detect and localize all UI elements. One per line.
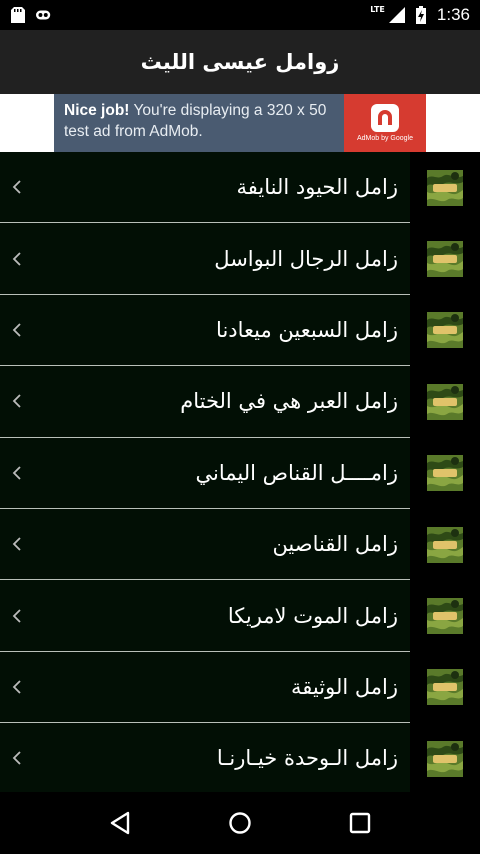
list-item-body[interactable]: زامل الـوحدة خيـارنـا	[0, 723, 410, 795]
list-item-thumbnail	[410, 152, 480, 224]
list-item-body[interactable]: زامــــل القناص اليماني	[0, 437, 410, 509]
list-item-body[interactable]: زامل الوثيقة	[0, 651, 410, 724]
app-bar: زوامل عيسى الليث	[0, 30, 480, 94]
battery-charging-icon	[413, 6, 429, 24]
list-item-body[interactable]: زامل القناصين	[0, 509, 410, 581]
list-item-label: زامل السبعين ميعادنا	[216, 317, 398, 342]
ringtone-icon	[36, 7, 52, 23]
list-item-label: زامل الوثيقة	[291, 674, 398, 699]
chevron-left-icon	[12, 394, 21, 409]
camouflage-thumbnail	[427, 312, 463, 349]
camouflage-thumbnail	[427, 740, 463, 777]
chevron-left-icon	[12, 251, 21, 266]
chevron-left-icon	[12, 751, 21, 766]
list-item[interactable]: زامل الوثيقة	[0, 651, 480, 724]
zamil-list: زامل الحيود النايفة زامل الرجال البواسل …	[0, 152, 480, 795]
list-item-thumbnail	[410, 651, 480, 724]
home-icon	[229, 812, 251, 834]
chevron-left-icon	[12, 466, 21, 480]
chevron-left-icon	[12, 323, 21, 337]
recents-button[interactable]	[340, 803, 380, 843]
list-item[interactable]: زامل الرجال البواسل	[0, 223, 480, 295]
back-button[interactable]	[100, 803, 140, 843]
list-item[interactable]: زامل القناصين	[0, 509, 480, 581]
list-item[interactable]: زامــــل القناص اليماني	[0, 437, 480, 509]
camouflage-thumbnail	[427, 455, 463, 492]
camouflage-thumbnail	[427, 598, 463, 635]
list-item[interactable]: زامل الحيود النايفة	[0, 152, 480, 224]
home-button[interactable]	[220, 803, 260, 843]
list-item[interactable]: زامل السبعين ميعادنا	[0, 294, 480, 367]
ad-area: Nice job! You're displaying a 320 x 50 t…	[0, 94, 480, 152]
list-item-label: زامل الحيود النايفة	[236, 175, 399, 200]
signal-icon	[388, 7, 405, 23]
sd-card-icon	[10, 7, 26, 23]
clock: 1:36	[436, 5, 470, 24]
list-item-body[interactable]: زامل العبر هي في الختام	[0, 366, 410, 438]
list-item-label: زامل الرجال البواسل	[214, 246, 398, 271]
list-item-body[interactable]: زامل الحيود النايفة	[0, 152, 410, 224]
recents-icon	[349, 812, 371, 834]
camouflage-thumbnail	[427, 383, 463, 420]
camouflage-thumbnail	[427, 241, 463, 278]
chevron-left-icon	[12, 608, 21, 623]
list-item-thumbnail	[410, 580, 480, 652]
network-type-label: LTE	[370, 4, 385, 14]
camouflage-thumbnail	[427, 526, 463, 563]
ad-headline: Nice job!	[64, 102, 130, 119]
camouflage-thumbnail	[427, 169, 463, 206]
list-item-thumbnail	[410, 437, 480, 509]
list-item-body[interactable]: زامل الرجال البواسل	[0, 223, 410, 295]
list-item-thumbnail	[410, 294, 480, 367]
list-item-label: زامــــل القناص اليماني	[195, 460, 398, 485]
chevron-left-icon	[12, 537, 21, 551]
admob-logo-text: AdMob by Google	[356, 135, 414, 142]
list-item-label: زامل الموت لامريكا	[227, 603, 398, 628]
chevron-left-icon	[12, 680, 21, 694]
status-bar: LTE 1:36	[0, 0, 480, 30]
list-item[interactable]: زامل العبر هي في الختام	[0, 366, 480, 438]
app-title: زوامل عيسى الليث	[140, 50, 340, 74]
chevron-left-icon	[12, 180, 21, 194]
list-item-thumbnail	[410, 509, 480, 581]
camouflage-thumbnail	[427, 669, 463, 706]
list-item-label: زامل الـوحدة خيـارنـا	[216, 746, 398, 771]
admob-logo-icon	[371, 104, 399, 132]
list-item-thumbnail	[410, 223, 480, 295]
back-icon	[110, 811, 130, 835]
system-nav-bar	[0, 792, 480, 854]
list-item-thumbnail	[410, 723, 480, 795]
list-item-body[interactable]: زامل الموت لامريكا	[0, 580, 410, 652]
list-item[interactable]: زامل الـوحدة خيـارنـا	[0, 723, 480, 795]
list-item-thumbnail	[410, 366, 480, 438]
list-item-label: زامل القناصين	[272, 532, 398, 557]
ad-text: Nice job! You're displaying a 320 x 50 t…	[54, 94, 344, 152]
admob-logo: AdMob by Google	[344, 94, 426, 152]
list-item[interactable]: زامل الموت لامريكا	[0, 580, 480, 652]
list-item-label: زامل العبر هي في الختام	[180, 389, 398, 414]
list-item-body[interactable]: زامل السبعين ميعادنا	[0, 294, 410, 367]
admob-test-banner[interactable]: Nice job! You're displaying a 320 x 50 t…	[54, 94, 426, 152]
